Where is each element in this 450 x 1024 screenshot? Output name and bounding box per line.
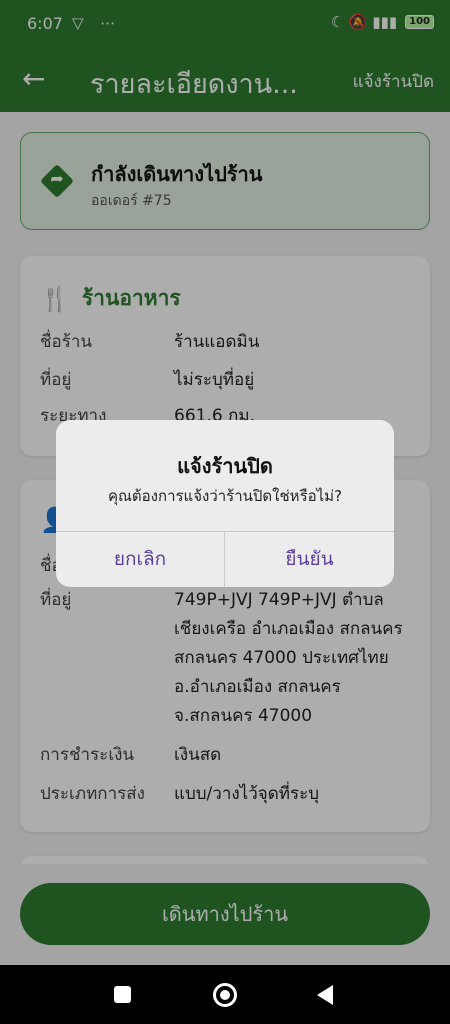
confirm-dialog: แจ้งร้านปิด คุณต้องการแจ้งว่าร้านปิดใช่ห… [56,420,394,587]
recents-icon[interactable] [114,986,131,1003]
confirm-button[interactable]: ยืนยัน [225,531,394,587]
back-icon[interactable] [317,985,333,1005]
cancel-button[interactable]: ยกเลิก [56,531,224,587]
home-icon[interactable] [213,983,237,1007]
system-nav-bar [0,965,450,1024]
dialog-title: แจ้งร้านปิด [177,454,273,478]
dialog-message: คุณต้องการแจ้งว่าร้านปิดใช่หรือไม่? [107,487,343,505]
